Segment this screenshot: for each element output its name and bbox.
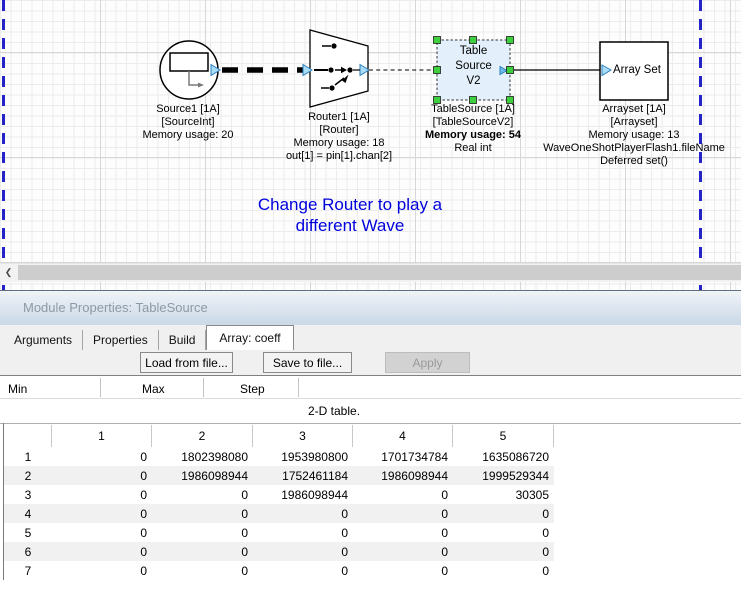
corner-header-cell <box>4 425 52 447</box>
field-separator <box>298 378 299 397</box>
arrayset-caption: Arrayset [1A] [Arrayset] Memory usage: 1… <box>524 103 741 168</box>
table-cell[interactable]: 0 <box>253 523 353 542</box>
table-cell[interactable]: 0 <box>353 485 453 504</box>
table-dimension-note: 2-D table. <box>308 404 360 418</box>
table-cell[interactable]: 0 <box>52 466 152 485</box>
table-cell[interactable]: 0 <box>152 542 253 561</box>
table-row: 400000 <box>4 504 554 523</box>
caption-line: Memory usage: 13 <box>524 129 741 142</box>
row-header[interactable]: 5 <box>4 523 52 542</box>
caption-line: [SourceInt] <box>108 116 268 129</box>
table-cell[interactable]: 1802398080 <box>152 447 253 466</box>
table-cell[interactable]: 1635086720 <box>453 447 554 466</box>
field-underline <box>0 398 741 399</box>
caption-line: WaveOneShotPlayerFlash1.fileName <box>524 142 741 155</box>
coeff-table-header: 1 2 3 4 5 <box>4 425 554 447</box>
max-label: Max <box>142 382 165 396</box>
table-cell[interactable]: 0 <box>52 561 152 580</box>
row-header[interactable]: 6 <box>4 542 52 561</box>
row-header[interactable]: 2 <box>4 466 52 485</box>
table-cell[interactable]: 0 <box>453 542 554 561</box>
table-cell[interactable]: 1752461184 <box>253 466 353 485</box>
grid-top-border <box>0 423 741 424</box>
column-header[interactable]: 1 <box>52 425 152 447</box>
column-header[interactable]: 2 <box>152 425 253 447</box>
column-header[interactable]: 3 <box>253 425 353 447</box>
app-window: Table Source V2 Array Set Source1 [1A] [… <box>0 0 741 600</box>
canvas-annotation-text: Change Router to play a different Wave <box>230 194 470 236</box>
column-header[interactable]: 4 <box>353 425 453 447</box>
caption-line: [Arrayset] <box>524 116 741 129</box>
table-cell[interactable]: 0 <box>52 542 152 561</box>
table-cell[interactable]: 0 <box>152 485 253 504</box>
table-cell[interactable]: 0 <box>52 485 152 504</box>
table-row: 3001986098944030305 <box>4 485 554 504</box>
step-label: Step <box>240 382 265 396</box>
table-row: 700000 <box>4 561 554 580</box>
caption-line: Arrayset [1A] <box>524 103 741 116</box>
table-cell[interactable]: 1986098944 <box>152 466 253 485</box>
row-header[interactable]: 7 <box>4 561 52 580</box>
row-header[interactable]: 1 <box>4 447 52 466</box>
table-row: 600000 <box>4 542 554 561</box>
caption-line: Deferred set() <box>524 155 741 168</box>
scroll-left-button[interactable]: ❮ <box>0 264 17 281</box>
table-cell[interactable]: 0 <box>253 542 353 561</box>
min-label: Min <box>8 382 27 396</box>
arrayset-body-label: Array Set <box>613 63 665 78</box>
table-cell[interactable]: 0 <box>52 504 152 523</box>
coeff-table-rows: 1018023980801953980800170173478416350867… <box>4 447 554 580</box>
field-separator <box>203 378 204 397</box>
table-cell[interactable]: 0 <box>453 504 554 523</box>
load-from-file-button[interactable]: Load from file... <box>140 352 233 373</box>
tab-array-coeff[interactable]: Array: coeff <box>206 325 293 350</box>
table-cell[interactable]: 0 <box>253 504 353 523</box>
table-cell[interactable]: 0 <box>453 523 554 542</box>
scrollbar-thumb[interactable] <box>18 265 741 280</box>
table-cell[interactable]: 0 <box>353 561 453 580</box>
table-cell[interactable]: 0 <box>353 523 453 542</box>
table-cell[interactable]: 0 <box>152 561 253 580</box>
table-row: 500000 <box>4 523 554 542</box>
tab-build[interactable]: Build <box>159 330 207 350</box>
tablesource-body-label: Table Source V2 <box>437 44 510 89</box>
table-cell[interactable]: 0 <box>353 504 453 523</box>
schematic-canvas[interactable]: Table Source V2 Array Set Source1 [1A] [… <box>0 0 741 290</box>
table-cell[interactable]: 0 <box>52 523 152 542</box>
table-cell[interactable]: 0 <box>353 542 453 561</box>
caption-line: Memory usage: 20 <box>108 129 268 142</box>
module-properties-header: Module Properties: TableSource <box>0 290 741 325</box>
table-cell[interactable]: 0 <box>152 523 253 542</box>
table-cell[interactable]: 0 <box>152 504 253 523</box>
table-cell[interactable]: 1953980800 <box>253 447 353 466</box>
panel-title: Module Properties: TableSource <box>23 300 208 315</box>
coeff-table: 1 2 3 4 5 101802398080195398080017017347… <box>4 425 554 580</box>
column-header[interactable]: 5 <box>453 425 554 447</box>
horizontal-scrollbar[interactable]: ❮ <box>0 263 741 282</box>
array-grid-area: Min Max Step 2-D table. 1 2 3 4 5 101802… <box>0 376 741 600</box>
tab-properties[interactable]: Properties <box>83 330 159 350</box>
module-properties-body: Arguments Properties Build Array: coeff … <box>0 325 741 600</box>
properties-tabbar: Arguments Properties Build Array: coeff <box>4 326 294 350</box>
source1-block[interactable] <box>160 41 220 99</box>
tab-arguments[interactable]: Arguments <box>4 330 83 350</box>
table-cell[interactable]: 1999529344 <box>453 466 554 485</box>
save-to-file-button[interactable]: Save to file... <box>263 352 352 373</box>
router1-block[interactable] <box>303 30 369 107</box>
table-row: 1018023980801953980800170173478416350867… <box>4 447 554 466</box>
caption-line: Source1 [1A] <box>108 103 268 116</box>
table-cell[interactable]: 0 <box>453 561 554 580</box>
row-header[interactable]: 3 <box>4 485 52 504</box>
table-cell[interactable]: 0 <box>52 447 152 466</box>
table-row: 2019860989441752461184198609894419995293… <box>4 466 554 485</box>
table-cell[interactable]: 30305 <box>453 485 554 504</box>
apply-button[interactable]: Apply <box>385 352 470 373</box>
source1-caption: Source1 [1A] [SourceInt] Memory usage: 2… <box>108 103 268 142</box>
table-cell[interactable]: 1986098944 <box>353 466 453 485</box>
field-separator <box>100 378 101 397</box>
table-cell[interactable]: 0 <box>253 561 353 580</box>
table-cell[interactable]: 1701734784 <box>353 447 453 466</box>
row-header[interactable]: 4 <box>4 504 52 523</box>
table-cell[interactable]: 1986098944 <box>253 485 353 504</box>
